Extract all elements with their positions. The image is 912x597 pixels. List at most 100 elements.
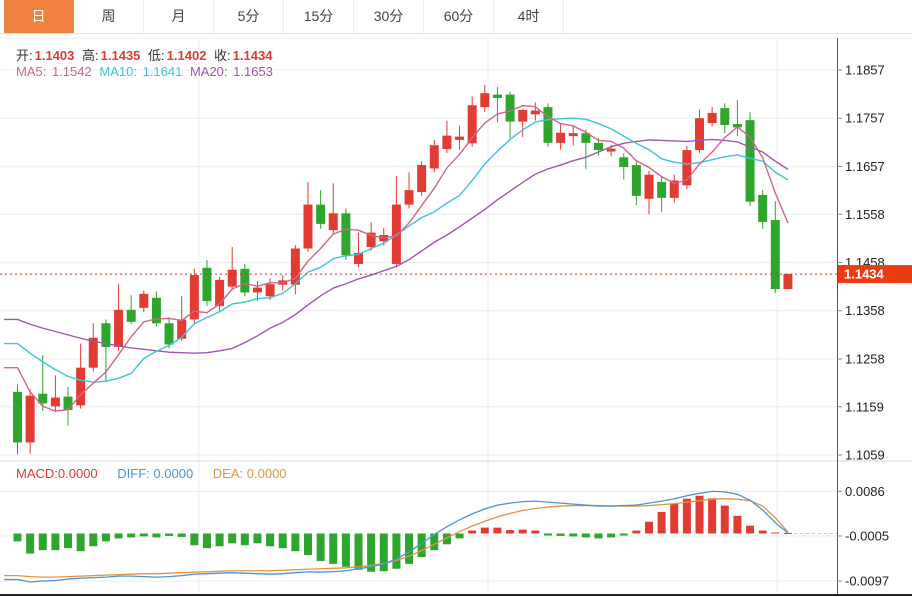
macd-hist-bar	[544, 534, 552, 536]
macd-hist-bar	[216, 534, 224, 547]
trading-chart-app: 1.18571.17571.16571.15581.14581.13581.12…	[0, 0, 912, 597]
macd-hist-bar	[405, 534, 413, 564]
diff-value: 0.0000	[153, 466, 193, 481]
candle-body	[341, 213, 350, 255]
macd-hist-bar	[253, 534, 261, 544]
close-label: 收:	[214, 48, 231, 63]
current-price-tag-value: 1.1434	[844, 267, 885, 282]
candle-body	[607, 149, 616, 152]
candle-body	[405, 190, 414, 204]
macd-hist-bar	[279, 534, 287, 549]
price-axis-label: 1.1358	[845, 303, 885, 318]
tab-15min[interactable]: 15分	[284, 0, 354, 33]
candle-body	[531, 111, 540, 115]
candle-body	[556, 133, 565, 143]
price-axis-label: 1.1159	[845, 399, 884, 414]
tab-month[interactable]: 月	[144, 0, 214, 33]
macd-legend: MACD:0.0000 DIFF: 0.0000 DEA: 0.0000	[16, 466, 303, 481]
macd-hist-bar	[102, 534, 110, 542]
ohlc-legend: 开:1.1403 高:1.1435 低:1.1402 收:1.1434	[16, 45, 276, 64]
candle-body	[430, 145, 439, 168]
tab-week[interactable]: 周	[74, 0, 144, 33]
candle-body	[746, 120, 755, 202]
macd-hist-bar	[569, 534, 577, 537]
candle-body	[480, 93, 489, 107]
macd-hist-bar	[190, 534, 198, 546]
price-axis-label: 1.1558	[845, 207, 885, 222]
candle-body	[417, 165, 426, 192]
candle-body	[506, 95, 515, 122]
macd-hist-bar	[127, 534, 135, 538]
macd-hist-bar	[670, 504, 678, 534]
price-axis-label: 1.1059	[845, 448, 885, 463]
macd-hist-bar	[51, 534, 59, 551]
candle-body	[594, 143, 603, 150]
candle-body	[316, 205, 325, 224]
ma10-value: 1.1641	[143, 64, 183, 79]
price-axis-label: 1.1258	[845, 351, 885, 366]
tab-30min[interactable]: 30分	[354, 0, 424, 33]
ma20-label: MA20:	[190, 64, 228, 79]
macd-hist-bar	[203, 534, 211, 549]
tab-60min[interactable]: 60分	[424, 0, 494, 33]
candle-body	[493, 95, 502, 98]
candle-body	[26, 396, 35, 443]
candle-body	[127, 310, 136, 322]
dea-label: DEA:	[213, 466, 243, 481]
macd-hist-bar	[771, 533, 779, 534]
candle-body	[708, 113, 717, 123]
candle-body	[139, 294, 148, 308]
candle-body	[758, 195, 767, 222]
candle-body	[720, 108, 729, 125]
macd-hist-bar	[557, 534, 565, 536]
macd-hist-bar	[721, 506, 729, 534]
candle-body	[228, 270, 237, 287]
candle-body	[253, 288, 262, 293]
candle-body	[303, 205, 312, 249]
candle-body	[783, 274, 792, 289]
ma10-label: MA10:	[99, 64, 137, 79]
macd-hist-bar	[746, 526, 754, 534]
candle-body	[442, 136, 451, 150]
macd-hist-bar	[178, 534, 186, 537]
low-value: 1.1402	[167, 48, 207, 63]
dea-value: 0.0000	[247, 466, 287, 481]
macd-hist-bar	[607, 534, 615, 538]
macd-hist-bar	[152, 534, 160, 538]
macd-hist-bar	[392, 534, 400, 569]
macd-hist-bar	[77, 534, 85, 552]
candle-body	[114, 310, 123, 347]
high-value: 1.1435	[101, 48, 141, 63]
tab-5min[interactable]: 5分	[214, 0, 284, 33]
macd-hist-bar	[39, 534, 47, 551]
macd-hist-bar	[632, 531, 640, 534]
candle-body	[240, 269, 249, 293]
macd-hist-bar	[228, 534, 236, 544]
chart-canvas[interactable]: 1.18571.17571.16571.15581.14581.13581.12…	[0, 0, 912, 597]
macd-hist-bar	[64, 534, 72, 549]
macd-label: MACD:	[16, 466, 58, 481]
candle-body	[657, 182, 666, 198]
candle-body	[202, 268, 211, 301]
macd-hist-bar	[165, 534, 173, 536]
candle-body	[569, 133, 578, 136]
candle-body	[215, 280, 224, 306]
tab-4hour[interactable]: 4时	[494, 0, 564, 33]
timeframe-toolbar: 日 周 月 5分 15分 30分 60分 4时	[0, 0, 912, 34]
macd-hist-bar	[531, 531, 539, 534]
high-label: 高:	[82, 48, 99, 63]
candle-body	[64, 397, 73, 411]
ma5-value: 1.1542	[52, 64, 92, 79]
price-axis-label: 1.1857	[845, 63, 885, 78]
price-axis-label: 1.1657	[845, 159, 885, 174]
macd-hist-bar	[594, 534, 602, 539]
open-value: 1.1403	[35, 48, 75, 63]
candle-body	[266, 284, 275, 296]
macd-hist-bar	[506, 530, 514, 533]
macd-hist-bar	[658, 512, 666, 534]
candle-body	[632, 165, 641, 196]
ma5-label: MA5:	[16, 64, 46, 79]
tab-day[interactable]: 日	[4, 0, 74, 33]
macd-hist-bar	[115, 534, 123, 539]
macd-hist-bar	[784, 533, 792, 534]
